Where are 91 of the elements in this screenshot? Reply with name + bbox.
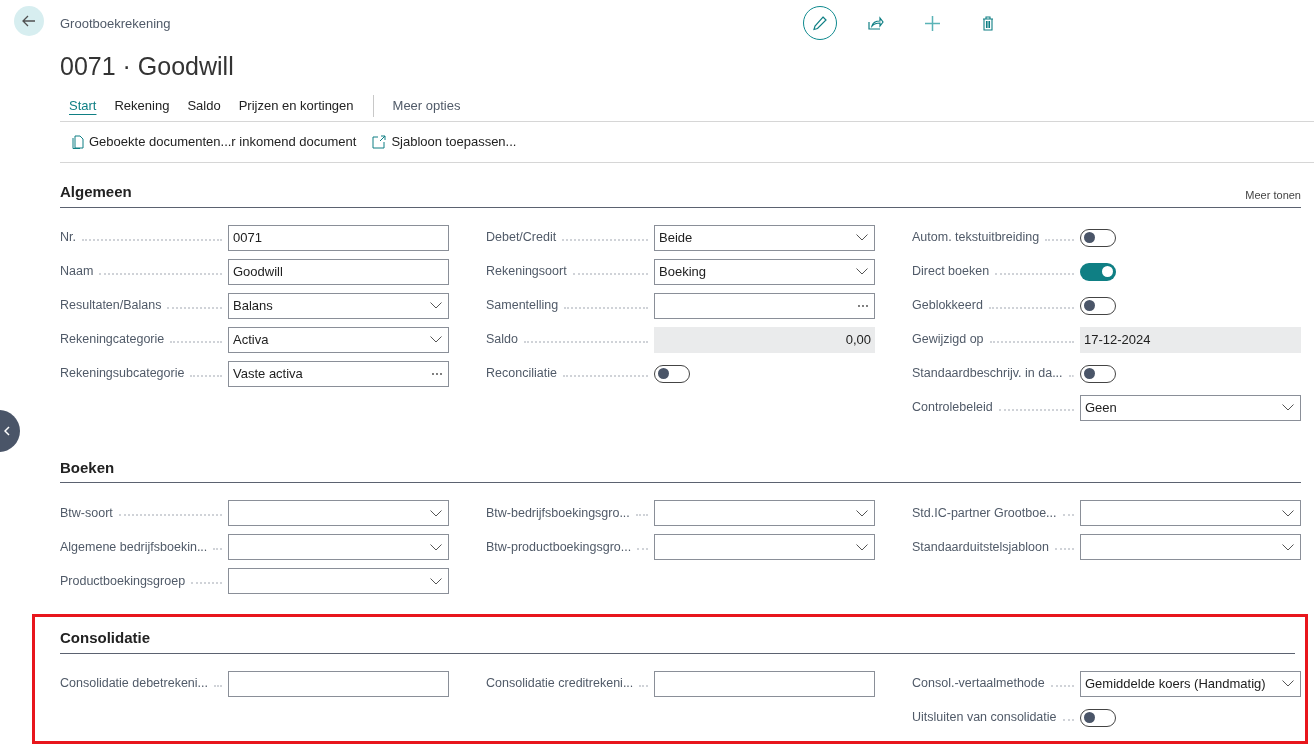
field-label: Productboekingsgroep	[60, 572, 186, 590]
document-icon	[72, 135, 84, 149]
field-label: Nr.	[60, 229, 76, 247]
field-label: Consol.-vertaalmethode	[912, 675, 1045, 693]
dropdown-field[interactable]: Activa	[228, 326, 449, 353]
template-icon	[372, 135, 387, 149]
chevron-down-icon	[856, 268, 868, 275]
tab[interactable]: Saldo	[178, 94, 230, 117]
tab[interactable]: Start	[60, 94, 106, 117]
dropdown-field[interactable]	[1080, 534, 1301, 560]
plus-icon	[924, 15, 940, 31]
chevron-down-icon	[430, 543, 442, 551]
chevron-down-icon	[1282, 509, 1294, 517]
action-button[interactable]: Sjabloon toepassen...	[372, 132, 517, 152]
field-label: Std.IC-partner Grootboe...	[912, 504, 1057, 522]
toggle-switch[interactable]	[1080, 708, 1116, 727]
section-title: Consolidatie	[60, 628, 150, 648]
field-label: Consolidatie creditrekeni...	[486, 675, 634, 693]
toggle-switch[interactable]	[1080, 296, 1116, 315]
chevron-left-icon	[4, 426, 10, 436]
chevron-down-icon	[856, 509, 868, 517]
field-label: Resultaten/Balans	[60, 297, 162, 315]
dropdown-field[interactable]	[1080, 500, 1301, 526]
input-field[interactable]: Goodwill	[228, 258, 449, 285]
back-arrow-icon	[22, 15, 36, 27]
dropdown-field[interactable]: Boeking	[654, 258, 875, 285]
field-label: Reconciliatie	[486, 365, 557, 383]
field-label: Gewijzigd op	[912, 331, 984, 349]
readonly-field: 17-12-2024	[1080, 326, 1301, 353]
dropdown-field[interactable]	[228, 568, 449, 594]
field-label: Geblokkeerd	[912, 297, 983, 315]
pencil-icon	[812, 15, 828, 31]
field-label: Algemene bedrijfsboekin...	[60, 538, 208, 556]
field-label: Direct boeken	[912, 263, 990, 281]
field-label: Btw-productboekingsgro...	[486, 538, 632, 556]
tab[interactable]: Rekening	[105, 94, 179, 117]
action-button[interactable]: Geboekte documenten...r inkomend document	[72, 132, 357, 152]
dropdown-field[interactable]	[654, 534, 875, 560]
field-label: Standaardbeschrijv. in da...	[912, 365, 1063, 383]
dropdown-field[interactable]: Beide	[654, 224, 875, 251]
field-label: Uitsluiten van consolidatie	[912, 709, 1057, 727]
readonly-field: 0,00	[654, 326, 875, 353]
toggle-switch[interactable]	[1080, 262, 1116, 281]
lookup-field[interactable]	[654, 292, 875, 319]
chevron-down-icon	[430, 509, 442, 517]
field-label: Btw-bedrijfsboekingsgro...	[486, 504, 630, 522]
chevron-down-icon	[856, 543, 868, 551]
chevron-down-icon	[856, 234, 868, 241]
dropdown-field[interactable]: Gemiddelde koers (Handmatig)	[1080, 670, 1301, 697]
field-label: Rekeningsoort	[486, 263, 567, 281]
field-label: Controlebeleid	[912, 399, 993, 417]
dropdown-field[interactable]	[228, 534, 449, 560]
chevron-down-icon	[430, 577, 442, 585]
field-label: Autom. tekstuitbreiding	[912, 229, 1040, 247]
chevron-down-icon	[430, 302, 442, 309]
chevron-down-icon	[430, 336, 442, 343]
ellipsis-icon	[858, 304, 868, 307]
tab[interactable]: Prijzen en kortingen	[229, 94, 363, 117]
dropdown-field[interactable]: Geen	[1080, 394, 1301, 421]
more-options-tab[interactable]: Meer opties	[383, 95, 470, 116]
section-title: Algemeen	[60, 182, 132, 202]
input-field[interactable]	[228, 670, 449, 697]
section-title: Boeken	[60, 457, 115, 478]
dropdown-field[interactable]	[654, 500, 875, 526]
field-label: Consolidatie debetrekeni...	[60, 675, 208, 693]
dropdown-field[interactable]	[228, 500, 449, 526]
chevron-down-icon	[1282, 680, 1294, 687]
ellipsis-icon	[432, 372, 442, 375]
field-label: Debet/Credit	[486, 229, 557, 247]
share-icon	[868, 16, 884, 30]
back-button[interactable]	[14, 6, 44, 36]
show-more-link[interactable]: Meer tonen	[1245, 187, 1301, 204]
chevron-down-icon	[1282, 543, 1294, 551]
trash-icon	[982, 15, 994, 31]
toggle-switch[interactable]	[1080, 228, 1116, 247]
toggle-switch[interactable]	[654, 364, 690, 383]
field-label: Rekeningcategorie	[60, 331, 165, 349]
page-title: 0071 · Goodwill	[60, 50, 235, 82]
field-label: Standaarduitstelsjabloon	[912, 538, 1049, 556]
chevron-down-icon	[1282, 404, 1294, 411]
input-field[interactable]: 0071	[228, 224, 449, 251]
field-label: Saldo	[486, 331, 518, 349]
lookup-field[interactable]: Vaste activa	[228, 360, 449, 387]
toggle-switch[interactable]	[1080, 364, 1116, 383]
field-label: Naam	[60, 263, 94, 281]
field-label: Rekeningsubcategorie	[60, 365, 185, 383]
breadcrumb: Grootboekrekening	[60, 15, 172, 33]
input-field[interactable]	[654, 670, 875, 697]
field-label: Samentelling	[486, 297, 559, 315]
dropdown-field[interactable]: Balans	[228, 292, 449, 319]
field-label: Btw-soort	[60, 504, 113, 522]
